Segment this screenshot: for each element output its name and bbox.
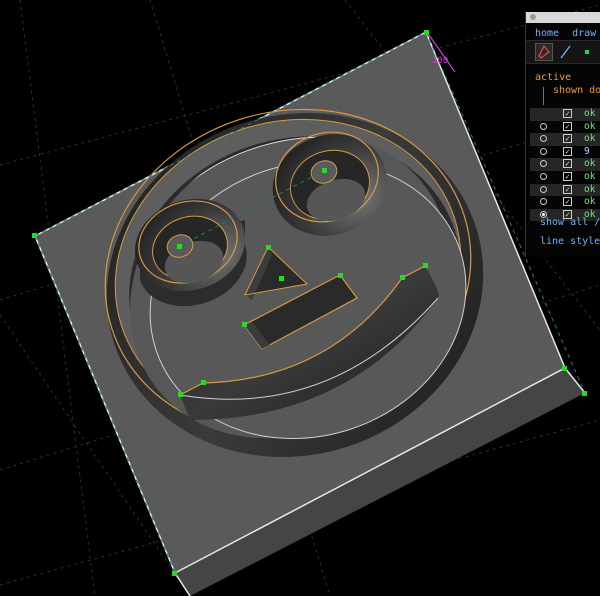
panel-toolbar <box>526 40 600 64</box>
3d-viewport[interactable]: 100 <box>0 0 600 596</box>
shown-checkbox[interactable]: ✓ <box>563 159 572 169</box>
tree-connector <box>543 87 544 105</box>
list-item[interactable]: ✓ ok <box>530 158 600 171</box>
vertex-point[interactable] <box>266 245 271 250</box>
list-item[interactable]: ✓ ok <box>530 171 600 184</box>
shown-checkbox[interactable]: ✓ <box>563 197 572 207</box>
vertex-point[interactable] <box>172 571 177 576</box>
point-tool-icon[interactable] <box>579 43 597 61</box>
vertex-point[interactable] <box>562 366 567 371</box>
active-radio[interactable] <box>540 147 547 155</box>
active-radio[interactable] <box>540 198 547 206</box>
side-panel: home draw active shown do ✓ ok ✓ ok ✓ ok ✓ 9 … <box>525 12 600 257</box>
shown-checkbox[interactable]: ✓ <box>563 184 572 194</box>
vertex-point[interactable] <box>279 276 284 281</box>
vertex-point[interactable] <box>582 391 587 396</box>
show-all-link[interactable]: show all / <box>540 217 600 228</box>
active-label: active <box>535 72 572 83</box>
select-tool-icon[interactable] <box>535 43 553 61</box>
vertex-point[interactable] <box>424 30 429 35</box>
list-item[interactable]: ✓ ok <box>530 133 600 146</box>
dimension-label: 100 <box>432 56 448 66</box>
active-radio[interactable] <box>540 135 547 143</box>
menu-home[interactable]: home <box>535 28 559 39</box>
shown-checkbox[interactable]: ✓ <box>563 171 572 181</box>
shown-checkbox[interactable]: ✓ <box>563 109 572 118</box>
line-styles-link[interactable]: line styles <box>540 236 600 247</box>
list-item[interactable]: ✓ ok <box>530 196 600 209</box>
active-radio[interactable] <box>540 160 547 168</box>
line-tool-icon[interactable] <box>557 43 575 61</box>
active-radio[interactable] <box>540 172 547 180</box>
active-radio[interactable] <box>540 185 547 193</box>
list-item[interactable]: ✓ ok <box>530 183 600 197</box>
vertex-point[interactable] <box>32 233 37 238</box>
vertex-point[interactable] <box>400 275 405 280</box>
layer-list: ✓ ok ✓ ok ✓ ok ✓ 9 ✓ ok ✓ ok ✓ ok ✓ ok ✓ ok <box>530 108 600 222</box>
list-item[interactable]: ✓ ok <box>530 121 600 134</box>
vertex-point[interactable] <box>178 392 183 397</box>
list-item[interactable]: ✓ ok <box>530 108 600 121</box>
vertex-point[interactable] <box>177 244 182 249</box>
menu-draw[interactable]: draw <box>572 28 596 39</box>
shown-checkbox[interactable]: ✓ <box>563 146 572 156</box>
shown-checkbox[interactable]: ✓ <box>563 134 572 144</box>
vertex-point[interactable] <box>242 322 247 327</box>
vertex-point[interactable] <box>201 380 206 385</box>
active-radio[interactable] <box>540 122 547 130</box>
shown-checkbox[interactable]: ✓ <box>563 121 572 131</box>
panel-menu: home draw <box>535 28 600 39</box>
vertex-point[interactable] <box>423 263 428 268</box>
list-item[interactable]: ✓ 9 <box>530 146 600 159</box>
shown-label: shown do <box>553 85 600 96</box>
panel-titlebar[interactable] <box>526 12 600 23</box>
vertex-point[interactable] <box>338 273 343 278</box>
close-icon[interactable] <box>530 14 536 20</box>
vertex-point[interactable] <box>322 168 327 173</box>
